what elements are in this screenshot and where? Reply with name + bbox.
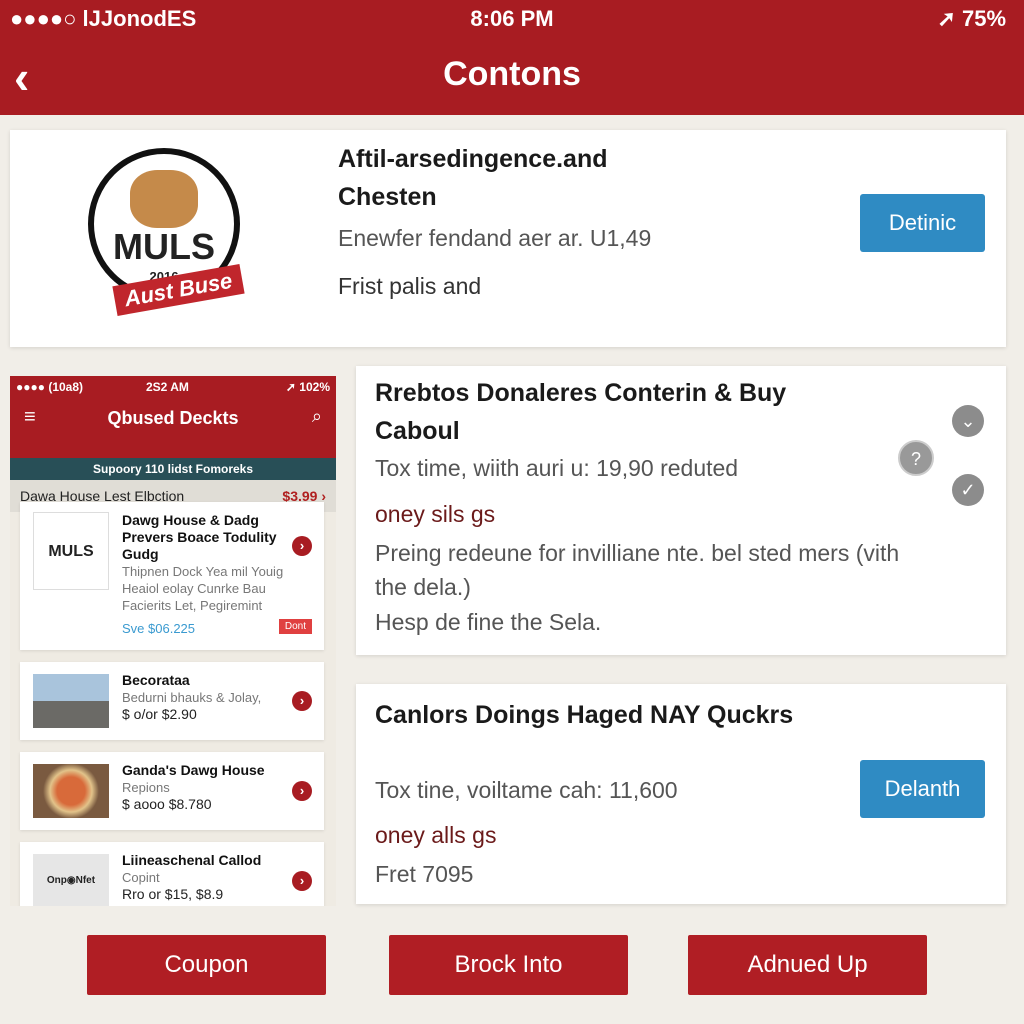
- offer2-button[interactable]: Delanth: [860, 760, 985, 818]
- status-bar: ●●●●○ lJJonodES 8:06 PM ➚ 75%: [0, 6, 1024, 34]
- item-photo: Onp◉Nfet: [33, 854, 109, 906]
- mini-carrier: ●●●● (10a8): [16, 380, 84, 394]
- help-icon[interactable]: ?: [898, 440, 934, 476]
- featured-title: Aftil-arsedingence.and Chesten: [338, 145, 608, 211]
- mini-clock: 2S2 AM: [146, 380, 189, 394]
- app-header: ●●●●○ lJJonodES 8:06 PM ➚ 75% ‹ Contons: [0, 0, 1024, 115]
- item-title: Liineaschenal Callod: [122, 852, 262, 868]
- offer-line4: Hesp de fine the Sela.: [375, 609, 602, 635]
- page-title: Contons: [443, 55, 581, 93]
- featured-button[interactable]: Detinic: [860, 194, 985, 252]
- item-logo: MULS: [33, 512, 109, 590]
- brock-into-button[interactable]: Brock Into: [389, 935, 628, 995]
- battery: ➚ 75%: [937, 6, 1006, 31]
- embedded-app-screenshot: ●●●● (10a8) 2S2 AM ➚ 102% ≡ Qbused Deckts …: [10, 376, 336, 906]
- item-photo: [33, 764, 109, 818]
- mini-battery: ➚ 102%: [285, 380, 330, 394]
- offer-line2: oney sils gs: [375, 501, 496, 527]
- logo-text: MULS: [113, 226, 215, 267]
- item-photo: [33, 674, 109, 728]
- offer2-line1: Tox tine, voiltame cah: 11,600: [375, 777, 678, 803]
- item-desc: Bedurni bhauks & Jolay,: [122, 690, 262, 705]
- chevron-right-icon[interactable]: ›: [292, 871, 312, 891]
- item-title: Dawg House & Dadg Prevers Boace Todulity…: [122, 512, 277, 562]
- offer2-title: Canlors Doings Haged NAY Quckrs: [375, 701, 794, 729]
- list-item[interactable]: MULS Dawg House & Dadg Prevers Boace Tod…: [20, 502, 324, 650]
- check-icon[interactable]: ✓: [952, 474, 984, 506]
- list-item[interactable]: Becorataa Bedurni bhauks & Jolay, $ o/or $…: [20, 662, 324, 740]
- list-item[interactable]: Ganda's Dawg House Repions $ aooo $8.780 ›: [20, 752, 324, 830]
- mini-title: Qbused Deckts: [107, 408, 239, 428]
- featured-line1: Enewfer fendand aer ar. U1,49: [338, 225, 652, 251]
- item-badge[interactable]: Dont: [278, 619, 312, 634]
- item-price: Rro or $15, $8.9: [122, 886, 224, 902]
- offer2-line2: oney alls gs: [375, 822, 497, 848]
- chevron-right-icon[interactable]: ›: [292, 536, 312, 556]
- item-desc: Thipnen Dock Yea mil Youig Heaiol eolay …: [122, 564, 284, 613]
- item-title: Ganda's Dawg House: [122, 762, 265, 778]
- chevron-right-icon[interactable]: ›: [292, 691, 312, 711]
- clock: 8:06 PM: [470, 6, 554, 31]
- chevron-down-icon[interactable]: ⌄: [952, 405, 984, 437]
- item-desc: Repions: [122, 780, 170, 795]
- list-item[interactable]: Onp◉Nfet Liineaschenal Callod Copint Rro o…: [20, 842, 324, 906]
- adnued-up-button[interactable]: Adnued Up: [688, 935, 927, 995]
- item-price: $ o/or $2.90: [122, 706, 197, 722]
- search-icon[interactable]: ⌕: [312, 406, 322, 427]
- item-price: $ aooo $8.780: [122, 796, 212, 812]
- offer-line3: Preing redeune for invilliane nte. bel s…: [375, 540, 900, 600]
- chevron-right-icon[interactable]: ›: [292, 781, 312, 801]
- mini-banner: Supoory 110 lidst Fomoreks: [10, 458, 336, 480]
- item-title: Becorataa: [122, 672, 190, 688]
- coupon-button[interactable]: Coupon: [87, 935, 326, 995]
- item-desc: Copint: [122, 870, 160, 885]
- offer-title: Rrebtos Donaleres Conterin & Buy Caboul: [375, 379, 787, 445]
- offer-line1: Tox time, wiith auri u: 19,90 reduted: [375, 455, 739, 481]
- bulldog-icon: [130, 170, 198, 228]
- featured-line2: Frist palis and: [338, 273, 482, 299]
- offer2-line3: Fret 7095: [375, 861, 474, 887]
